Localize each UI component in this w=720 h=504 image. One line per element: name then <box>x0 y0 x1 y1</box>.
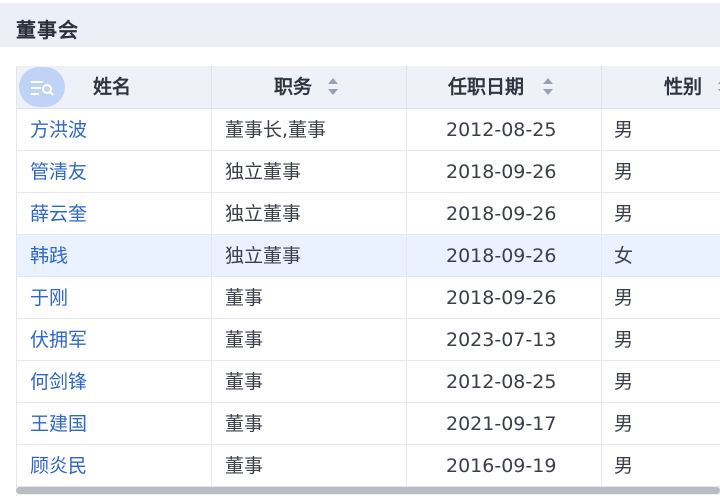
cell-date: 2012-08-25 <box>407 361 602 402</box>
filter-toggle-button[interactable] <box>19 67 65 107</box>
cell-date: 2018-09-26 <box>407 235 602 276</box>
table-row[interactable]: 韩践 独立董事 2018-09-26 女 <box>17 235 720 277</box>
cell-date: 2016-09-19 <box>407 445 602 486</box>
section-title: 董事会 <box>16 18 79 42</box>
cell-title: 董事 <box>212 277 407 318</box>
table-row[interactable]: 王建国 董事 2021-09-17 男 <box>17 403 720 445</box>
cell-title: 独立董事 <box>212 235 407 276</box>
table-row[interactable]: 方洪波 董事长,董事 2012-08-25 男 <box>17 109 720 151</box>
cell-title: 独立董事 <box>212 193 407 234</box>
cell-title: 董事 <box>212 361 407 402</box>
cell-title: 独立董事 <box>212 151 407 192</box>
scrollbar-thumb[interactable] <box>16 487 720 494</box>
filter-list-icon <box>31 81 54 96</box>
cell-name[interactable]: 方洪波 <box>17 109 212 150</box>
horizontal-scrollbar[interactable] <box>16 487 720 495</box>
cell-title: 董事长,董事 <box>212 109 407 150</box>
cell-gender: 男 <box>602 319 720 360</box>
cell-gender: 男 <box>602 403 720 444</box>
cell-date: 2021-09-17 <box>407 403 602 444</box>
table-row[interactable]: 薛云奎 独立董事 2018-09-26 男 <box>17 193 720 235</box>
column-header-label: 性别 <box>664 76 703 98</box>
table-row[interactable]: 何剑锋 董事 2012-08-25 男 <box>17 361 720 403</box>
cell-name[interactable]: 王建国 <box>17 403 212 444</box>
cell-date: 2018-09-26 <box>407 151 602 192</box>
column-header-label: 任职日期 <box>448 76 525 98</box>
cell-gender: 男 <box>602 109 720 150</box>
cell-date: 2012-08-25 <box>407 109 602 150</box>
board-table: 姓名 职务 任职日期 性别 方洪波 董事长,董事 2012-08-25 男管清友 独立董… <box>16 66 720 496</box>
cell-gender: 男 <box>602 277 720 318</box>
cell-title: 董事 <box>212 319 407 360</box>
column-header-gender[interactable]: 性别 <box>602 66 720 108</box>
table-header: 姓名 职务 任职日期 性别 <box>17 66 720 109</box>
table-row[interactable]: 顾炎民 董事 2016-09-19 男 <box>17 445 720 487</box>
cell-date: 2018-09-26 <box>407 277 602 318</box>
table-row[interactable]: 管清友 独立董事 2018-09-26 男 <box>17 151 720 193</box>
column-header-date[interactable]: 任职日期 <box>407 66 602 108</box>
cell-name[interactable]: 于刚 <box>17 277 212 318</box>
cell-name[interactable]: 伏拥军 <box>17 319 212 360</box>
sort-icon[interactable] <box>543 78 553 96</box>
table-row[interactable]: 伏拥军 董事 2023-07-13 男 <box>17 319 720 361</box>
cell-date: 2018-09-26 <box>407 193 602 234</box>
column-header-name[interactable]: 姓名 <box>17 66 212 108</box>
cell-name[interactable]: 管清友 <box>17 151 212 192</box>
cell-name[interactable]: 何剑锋 <box>17 361 212 402</box>
cell-gender: 男 <box>602 151 720 192</box>
column-header-title[interactable]: 职务 <box>212 66 407 108</box>
table-row[interactable]: 于刚 董事 2018-09-26 男 <box>17 277 720 319</box>
cell-gender: 女 <box>602 235 720 276</box>
sort-icon[interactable] <box>328 78 338 96</box>
cell-date: 2023-07-13 <box>407 319 602 360</box>
cell-name[interactable]: 顾炎民 <box>17 445 212 486</box>
cell-title: 董事 <box>212 445 407 486</box>
column-header-label: 姓名 <box>93 76 132 98</box>
cell-gender: 男 <box>602 193 720 234</box>
cell-title: 董事 <box>212 403 407 444</box>
cell-gender: 男 <box>602 361 720 402</box>
cell-name[interactable]: 薛云奎 <box>17 193 212 234</box>
cell-name[interactable]: 韩践 <box>17 235 212 276</box>
column-header-label: 职务 <box>274 76 313 98</box>
section-header: 董事会 <box>0 3 720 47</box>
cell-gender: 男 <box>602 445 720 486</box>
